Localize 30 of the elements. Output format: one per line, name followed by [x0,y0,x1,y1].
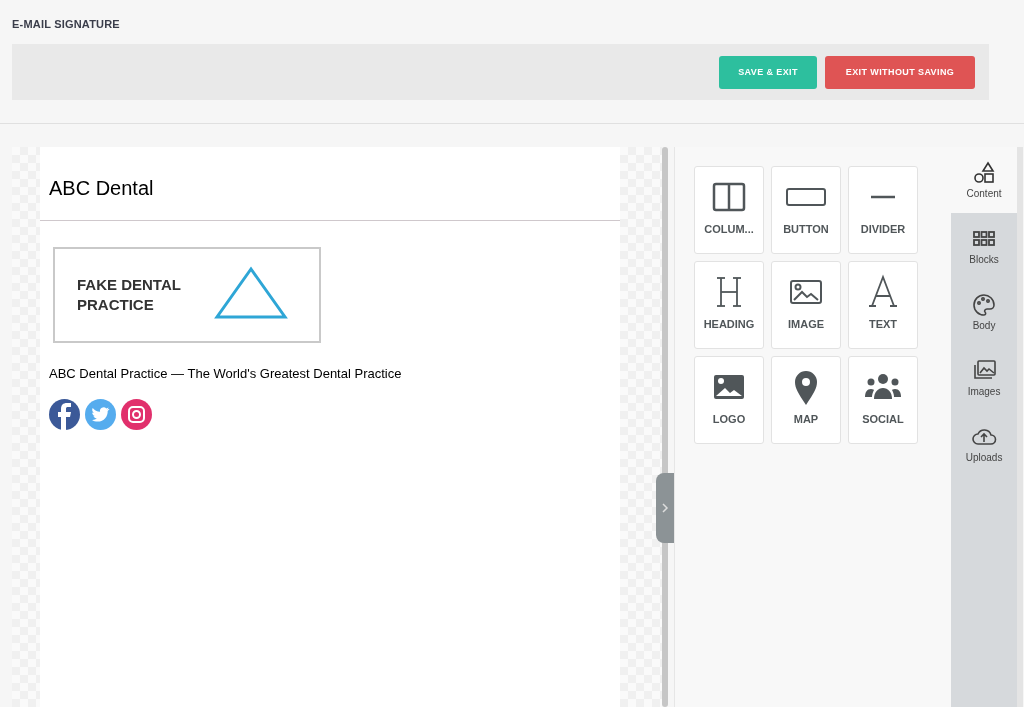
tool-tile[interactable]: COLUM... [694,166,764,254]
tool-tile[interactable]: IMAGE [771,261,841,349]
tool-tile[interactable]: HEADING [694,261,764,349]
logo-icon [714,375,744,399]
divider-icon [871,195,895,199]
columns-icon [712,182,746,212]
tool-tile[interactable]: LOGO [694,356,764,444]
map-icon [795,371,817,405]
collapse-handle[interactable] [656,473,674,543]
logo-text: FAKE DENTAL PRACTICE [77,275,182,315]
button-icon [786,188,826,206]
twitter-icon[interactable] [85,399,116,430]
tool-tile[interactable]: MAP [771,356,841,444]
instagram-icon[interactable] [121,399,152,430]
company-name: ABC Dental [48,176,155,201]
tool-tile[interactable]: SOCIAL [848,356,918,444]
text-icon [868,274,898,307]
page-title: E-MAIL SIGNATURE [12,17,121,32]
facebook-icon[interactable] [49,399,80,430]
tool-tile[interactable]: BUTTON [771,166,841,254]
tool-tile[interactable]: DIVIDER [848,166,918,254]
image-icon [790,280,822,304]
body-icon [971,293,998,317]
heading-icon [716,277,742,307]
chevron-right-icon [661,502,669,514]
sidebar-tab[interactable]: Content [951,147,1017,213]
social-icon [865,374,901,399]
exit-button[interactable]: EXIT WITHOUT SAVING [825,55,975,89]
tool-tile[interactable]: TEXT [848,261,918,349]
tagline: ABC Dental Practice — The World's Greatest Dental Practice [48,365,403,381]
